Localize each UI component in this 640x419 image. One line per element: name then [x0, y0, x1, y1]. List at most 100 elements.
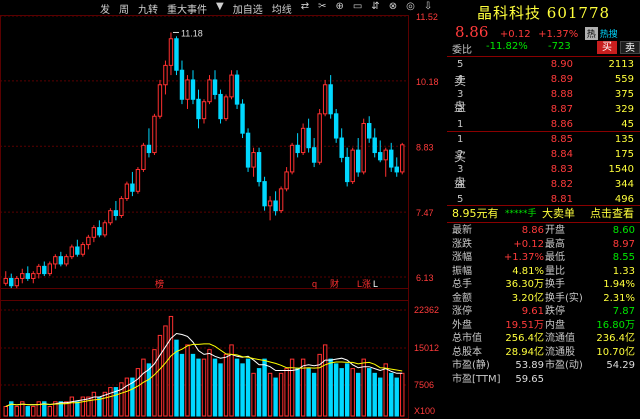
ask-row[interactable]: 5 8.90 2113: [447, 57, 640, 72]
candle-body: [339, 137, 344, 158]
ask-row[interactable]: 3 8.88 375: [447, 87, 640, 102]
toolbar-item[interactable]: ✂: [318, 1, 326, 15]
view-link[interactable]: 点击查看: [590, 206, 634, 222]
bid-row[interactable]: 2 8.84 175: [447, 147, 640, 162]
stat-right-label: 开盘: [545, 225, 565, 236]
volume-bar: [190, 353, 196, 417]
candle-body: [91, 227, 97, 238]
stat-left-value: 28.94亿: [505, 346, 544, 358]
volume-bar: [14, 406, 19, 417]
stat-right-value: 236.4亿: [596, 333, 635, 344]
candle-body: [212, 79, 218, 95]
weibi-pct: -11.82%: [486, 41, 528, 52]
bid-vol: 175: [614, 149, 634, 160]
buy-button[interactable]: 买: [597, 41, 617, 54]
candle-body: [218, 93, 223, 120]
kline-chart[interactable]: 11.5210.188.837.476.1322362150127506X100…: [0, 0, 445, 419]
volume-bar: [378, 377, 383, 417]
toolbar-item[interactable]: ⇩: [424, 1, 432, 15]
stat-left-value: 19.51万: [505, 319, 544, 331]
candle-body: [251, 152, 256, 168]
bid-price: 8.82: [550, 179, 573, 190]
bid-price: 8.84: [550, 149, 573, 160]
bid-row[interactable]: 4 8.82 344: [447, 177, 640, 192]
volume-bar: [273, 377, 278, 417]
volume-bar: [179, 353, 185, 417]
volume-bar: [75, 401, 80, 417]
stat-right-label: 换手: [545, 279, 565, 290]
stat-right-label: 市盈(动): [545, 360, 583, 371]
peak-label: 11.18: [181, 28, 203, 38]
volume-bar: [311, 372, 317, 417]
toolbar-item[interactable]: 加自选: [233, 1, 263, 16]
bid-vol: 344: [614, 179, 634, 190]
stat-row: 涨停 9.61 跌停 7.87: [447, 305, 640, 318]
ask-row[interactable]: 1 8.86 45: [447, 117, 640, 132]
stat-left-label: 涨停: [452, 306, 472, 317]
sell-side-label-1: 卖: [454, 74, 467, 88]
candle-body: [311, 147, 317, 163]
ask-row[interactable]: 2 8.87 329: [447, 102, 640, 117]
chart-toolbar: 发周九转 重大事件 ▼ 加自选 均线 ⇄ ✂ ⊕ ▭ ⇵ ⊗ ◎ ⇩: [100, 1, 432, 16]
candle-body: [130, 183, 135, 192]
bid-row[interactable]: 1 8.85 135: [447, 132, 640, 147]
event-marker[interactable]: L涨: [357, 279, 371, 289]
ask-row[interactable]: 4 8.89 559: [447, 72, 640, 87]
divider: [447, 222, 640, 223]
kline-chart-panel[interactable]: 11.52 10.18 8.83 7.47 6.13 22362 15012 7506 X100…: [0, 0, 445, 419]
toolbar-item[interactable]: 均线: [272, 1, 292, 16]
toolbar-item[interactable]: ⊕: [335, 1, 343, 15]
candle-body: [284, 171, 289, 190]
candle-body: [300, 127, 306, 154]
volume-axis-label: 22362: [414, 305, 439, 315]
weibi-diff: -723: [548, 41, 571, 52]
candle-body: [157, 84, 163, 117]
volume-bar: [146, 363, 152, 417]
volume-bar: [295, 368, 300, 417]
volume-bar: [251, 372, 256, 417]
toolbar-item[interactable]: ▼: [216, 1, 224, 15]
candle-body: [47, 263, 53, 275]
hot-search-tag[interactable]: 热搜: [600, 27, 618, 40]
candle-body: [42, 265, 47, 275]
candle-body: [64, 256, 69, 265]
toolbar-item[interactable]: ◎: [406, 1, 415, 15]
hot-tag[interactable]: 热: [584, 27, 598, 40]
toolbar-item[interactable]: ▭: [353, 1, 362, 15]
event-marker[interactable]: q: [312, 279, 317, 289]
stat-left-value: 3.20亿: [511, 292, 544, 304]
sell-button[interactable]: 卖: [620, 41, 640, 54]
ask-vol: 329: [614, 104, 634, 115]
stat-row: 市盈[TTM] 59.65: [447, 373, 640, 386]
stat-left-value: 9.61: [521, 306, 544, 317]
volume-axis-label: 15012: [414, 343, 439, 353]
bid-row[interactable]: 3 8.83 1540: [447, 162, 640, 177]
candle-body: [383, 149, 388, 161]
volume-bar: [152, 349, 157, 417]
volume-bar: [86, 396, 91, 417]
volume-bar: [135, 368, 141, 417]
toolbar-item[interactable]: ⊗: [389, 1, 397, 15]
event-marker[interactable]: 财: [330, 278, 339, 289]
volume-bar: [361, 358, 366, 417]
toolbar-item[interactable]: 周: [119, 1, 129, 16]
candle-body: [400, 144, 405, 173]
volume-bar: [157, 334, 163, 417]
toolbar-item[interactable]: 九转: [138, 1, 158, 16]
volume-bar: [119, 382, 124, 417]
toolbar-item[interactable]: 重大事件: [167, 1, 207, 16]
toolbar-item[interactable]: ⇵: [371, 1, 379, 15]
stat-right-label: 跌停: [545, 306, 565, 317]
toolbar-item[interactable]: ⇄: [301, 1, 309, 15]
volume-bar: [201, 358, 207, 417]
event-marker[interactable]: L: [373, 279, 378, 289]
volume-bar: [3, 406, 8, 417]
candle-body: [344, 156, 350, 183]
candle-body: [361, 122, 366, 173]
candle-body: [256, 152, 262, 183]
candle-body: [9, 277, 14, 287]
candle-body: [306, 127, 311, 149]
event-marker[interactable]: 榜: [155, 278, 164, 289]
toolbar-item[interactable]: 发: [100, 1, 110, 16]
big-order-row[interactable]: 8.95元有 *****手 大卖单 点击查看: [447, 206, 640, 222]
